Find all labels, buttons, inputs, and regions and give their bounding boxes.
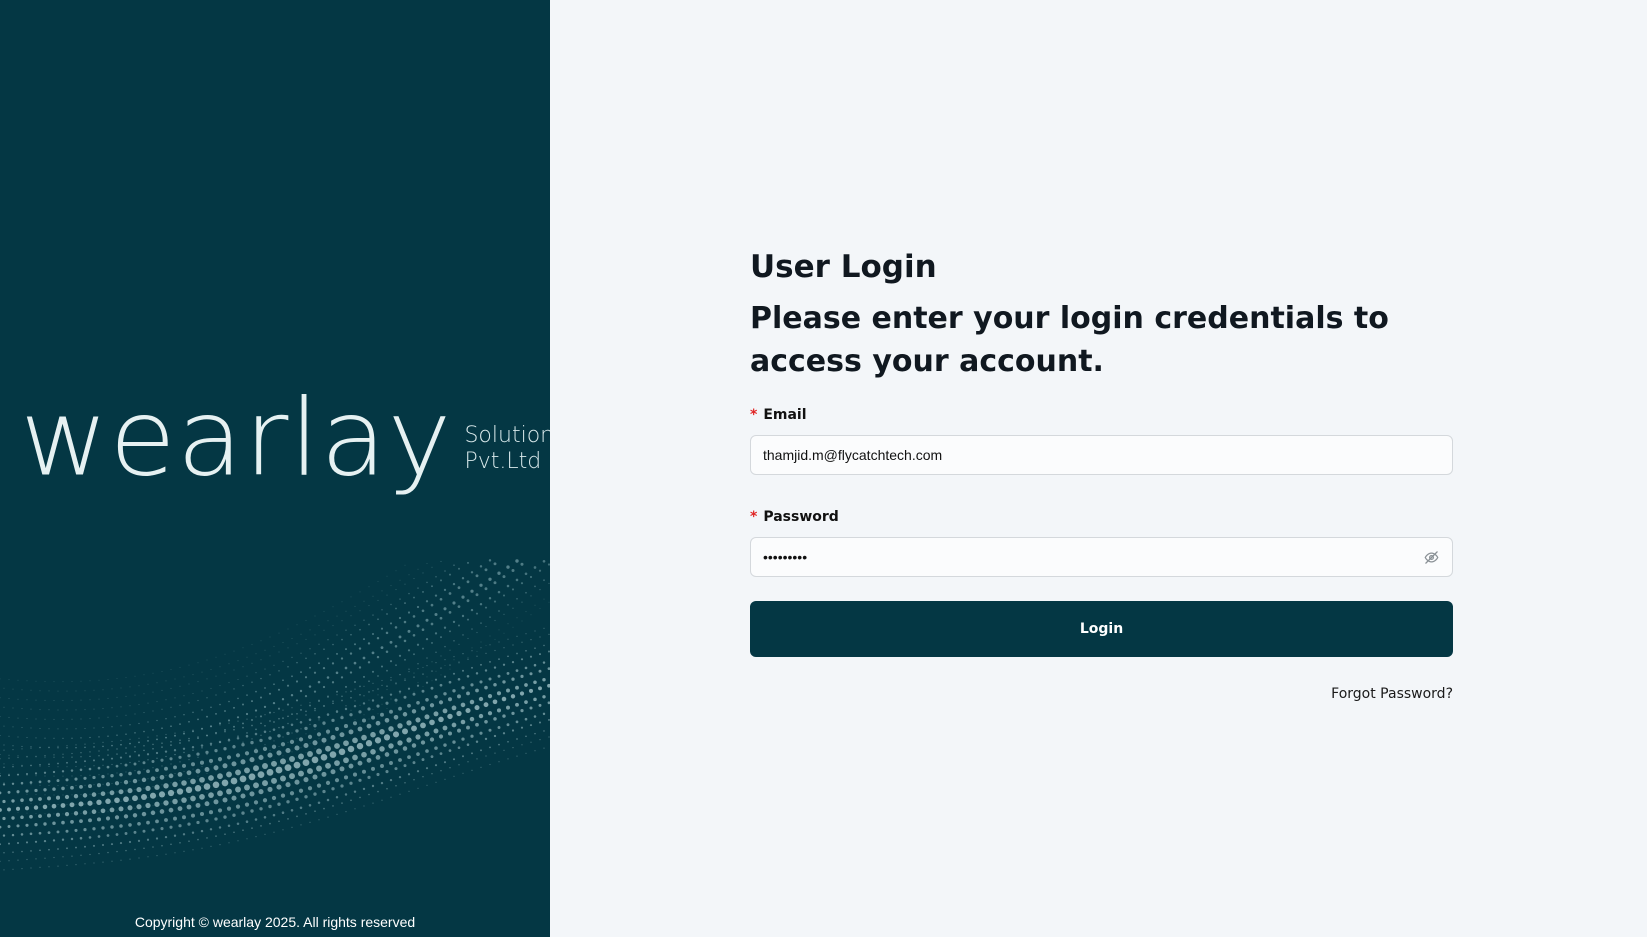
brand-logo: wearlay Solutions Pvt.Ltd <box>20 385 550 493</box>
eye-off-icon[interactable] <box>1422 548 1440 566</box>
login-panel: User Login Please enter your login crede… <box>550 0 1647 937</box>
email-label-text: Email <box>763 407 807 423</box>
password-input-wrapper <box>750 537 1453 577</box>
brand-subtitle-line1: Solutions <box>464 423 550 448</box>
password-label-text: Password <box>763 509 839 525</box>
email-input-wrapper <box>750 435 1453 475</box>
brand-panel: wearlay Solutions Pvt.Ltd Copyright © we… <box>0 0 550 937</box>
brand-wordmark: wearlay <box>20 377 453 500</box>
forgot-password-link[interactable]: Forgot Password? <box>1331 686 1453 702</box>
brand-subtitle: Solutions Pvt.Ltd <box>464 423 550 475</box>
password-required-marker: * <box>750 509 758 525</box>
login-form: User Login Please enter your login crede… <box>750 245 1453 702</box>
page-title: User Login <box>750 249 937 285</box>
login-button[interactable]: Login <box>750 601 1453 657</box>
forgot-password-row: Forgot Password? <box>750 683 1453 702</box>
password-input[interactable] <box>763 549 1422 565</box>
copyright-text: Copyright © wearlay 2025. All rights res… <box>134 914 416 930</box>
page-subtitle: Please enter your login credentials to a… <box>750 301 1389 379</box>
email-required-marker: * <box>750 407 758 423</box>
email-input[interactable] <box>763 447 1440 463</box>
brand-subtitle-line2: Pvt.Ltd <box>464 449 542 474</box>
password-label: * Password <box>750 509 1453 529</box>
email-label: * Email <box>750 407 1453 427</box>
